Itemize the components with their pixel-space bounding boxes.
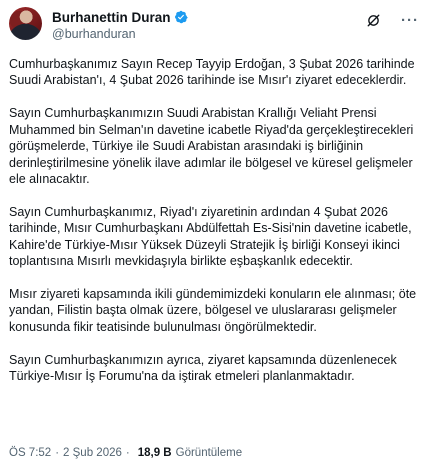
tweet-time[interactable]: ÖS 7:52	[9, 447, 51, 459]
grok-icon[interactable]	[366, 13, 381, 28]
tweet-paragraph: Cumhurbaşkanımız Sayın Recep Tayyip Erdo…	[9, 57, 415, 88]
views-count: 18,9 B	[137, 447, 172, 459]
tweet-paragraph: Sayın Cumhurbaşkanımız, Riyad'ı ziyareti…	[9, 204, 412, 269]
tweet-paragraph: Mısır ziyareti kapsamında ikili gündemim…	[9, 286, 417, 334]
tweet-paragraph: Sayın Cumhurbaşkanımızın Suudi Arabistan…	[9, 106, 414, 186]
meta-separator: ·	[55, 447, 60, 459]
tweet-text: Cumhurbaşkanımız Sayın Recep Tayyip Erdo…	[9, 48, 429, 385]
more-icon[interactable]: ···	[401, 13, 419, 28]
tweet: Burhanettin Duran @burhanduran ··· Cumhu…	[0, 0, 441, 474]
author-handle[interactable]: @burhanduran	[52, 27, 188, 41]
top-actions: ···	[366, 13, 419, 28]
meta-separator: ·	[125, 447, 130, 459]
avatar[interactable]	[9, 7, 42, 40]
name-row: Burhanettin Duran	[52, 9, 188, 25]
tweet-date[interactable]: 2 Şub 2026	[63, 447, 122, 459]
author-display-name[interactable]: Burhanettin Duran	[52, 10, 171, 25]
views-label: Görüntüleme	[175, 447, 243, 459]
tweet-meta: ÖS 7:52 · 2 Şub 2026 · 18,9 B Görüntülem…	[9, 447, 242, 459]
tweet-header: Burhanettin Duran @burhanduran ···	[9, 0, 431, 48]
author-block: Burhanettin Duran @burhanduran	[52, 9, 188, 41]
tweet-paragraph: Sayın Cumhurbaşkanımızın ayrıca, ziyaret…	[9, 352, 397, 384]
verified-badge-icon	[174, 10, 188, 24]
